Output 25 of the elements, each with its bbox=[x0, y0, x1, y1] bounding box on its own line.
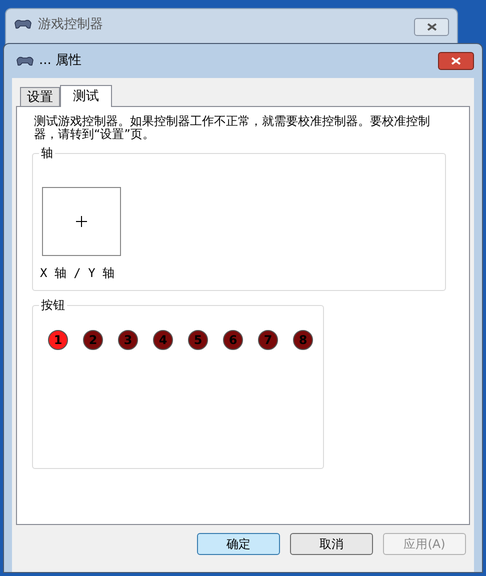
button-indicator: 4 bbox=[153, 330, 173, 350]
dialog-button[interactable]: 取消 bbox=[290, 533, 373, 555]
tab[interactable]: 测试 bbox=[60, 85, 112, 107]
button-indicator: 8 bbox=[293, 330, 313, 350]
tab[interactable]: 设置 bbox=[20, 87, 60, 106]
button-indicator: 2 bbox=[83, 330, 103, 350]
gamepad-icon bbox=[16, 55, 34, 67]
window-title: ... 属性 bbox=[39, 52, 82, 70]
group-title: 轴 bbox=[39, 145, 55, 161]
button-indicator: 1 bbox=[48, 330, 68, 350]
window-title: 游戏控制器 bbox=[38, 18, 103, 31]
close-icon bbox=[451, 57, 461, 65]
group-title: 按钮 bbox=[39, 297, 67, 313]
gamepad-icon bbox=[14, 18, 32, 30]
dialog-button[interactable]: 确定 bbox=[197, 533, 280, 555]
axis-label: X 轴 / Y 轴 bbox=[40, 265, 115, 282]
button-indicator: 3 bbox=[118, 330, 138, 350]
crosshair-icon bbox=[76, 216, 87, 227]
description-text: 测试游戏控制器。如果控制器工作不正常，就需要校准控制器。要校准控制器，请转到“设置”页。 bbox=[34, 115, 431, 141]
button-indicator: 6 bbox=[223, 330, 243, 350]
close-icon bbox=[426, 23, 436, 31]
close-button[interactable] bbox=[414, 18, 449, 36]
button-indicator: 5 bbox=[188, 330, 208, 350]
close-button[interactable] bbox=[438, 52, 474, 70]
button-indicator: 7 bbox=[258, 330, 278, 350]
